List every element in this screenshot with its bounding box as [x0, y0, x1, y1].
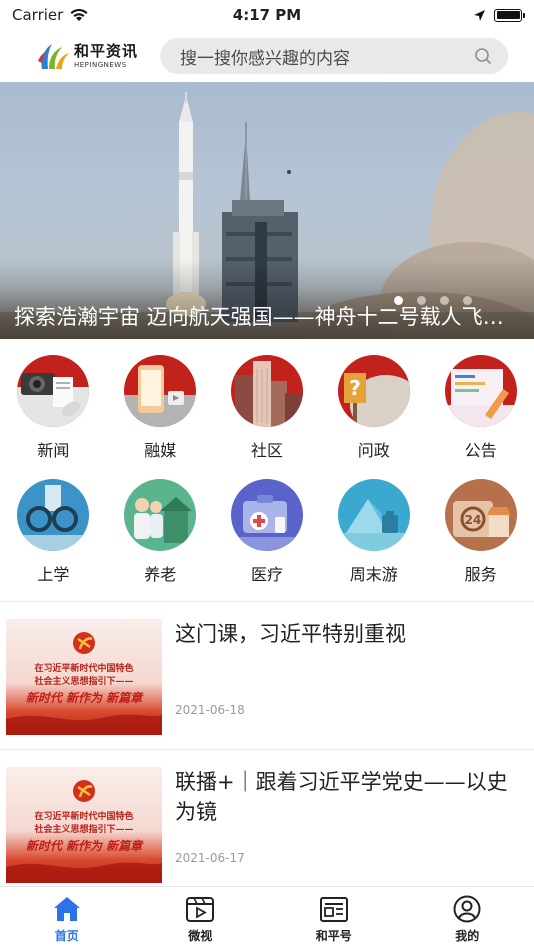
banner-title[interactable]: 探索浩瀚宇宙 迈向航天强国——神舟十二号载人飞船发射成功: [14, 301, 514, 331]
community-icon[interactable]: [230, 355, 303, 427]
news-list-item[interactable]: 在习近平新时代中国特色 社会主义思想指引下—— 新时代 新作为 新篇章 这门课，…: [0, 601, 534, 749]
category-news[interactable]: 新闻: [0, 355, 107, 461]
svg-text:24: 24: [464, 513, 481, 527]
elderly-icon[interactable]: [124, 479, 197, 551]
category-label: 问政: [357, 441, 390, 460]
tab-hepinghao[interactable]: 和平号: [267, 887, 401, 950]
app-header: 和平资讯 HEPINGNEWS 搜一搜你感兴趣的内容: [0, 30, 534, 82]
tab-label: 和平号: [315, 929, 352, 943]
tab-video[interactable]: 微视: [134, 887, 268, 950]
news-thumbnail: 在习近平新时代中国特色 社会主义思想指引下—— 新时代 新作为 新篇章: [6, 619, 162, 735]
thumbnail-line-3: 新时代 新作为 新篇章: [26, 839, 144, 853]
hepingnews-logo-icon: [38, 44, 69, 69]
status-time: 4:17 PM: [232, 6, 302, 24]
battery-icon: [494, 8, 525, 22]
category-weekend-trip[interactable]: 周末游: [320, 479, 427, 585]
news-thumbnail: 在习近平新时代中国特色 社会主义思想指引下—— 新时代 新作为 新篇章: [6, 767, 162, 883]
category-school[interactable]: 上学: [0, 479, 107, 585]
category-label: 融媒: [144, 441, 177, 460]
weekend-trip-icon[interactable]: [337, 479, 410, 551]
news-date: 2021-06-17: [175, 851, 245, 865]
logo-chinese-text: 和平资讯: [74, 41, 139, 60]
profile-icon[interactable]: [452, 895, 482, 923]
app-logo: 和平资讯 HEPINGNEWS: [36, 41, 160, 71]
news-date: 2021-06-18: [175, 703, 245, 717]
category-label: 医疗: [250, 565, 283, 584]
category-label: 公告: [464, 441, 497, 460]
thumbnail-line-1: 在习近平新时代中国特色: [34, 810, 133, 822]
notice-icon[interactable]: [444, 355, 517, 427]
category-label: 社区: [250, 441, 283, 460]
thumbnail-line-2: 社会主义思想指引下——: [33, 675, 133, 687]
category-elderly[interactable]: 养老: [107, 479, 214, 585]
thumbnail-line-2: 社会主义思想指引下——: [33, 823, 133, 835]
search-bar[interactable]: 搜一搜你感兴趣的内容: [160, 38, 508, 74]
news-title[interactable]: 这门课，习近平特别重视: [175, 619, 520, 649]
banner-carousel[interactable]: 探索浩瀚宇宙 迈向航天强国——神舟十二号载人飞船发射成功: [0, 82, 534, 339]
bottom-tab-bar: 首页 微视 和平号 我的: [0, 886, 534, 950]
category-label: 周末游: [349, 565, 398, 584]
media-icon[interactable]: [124, 355, 197, 427]
school-icon[interactable]: [17, 479, 90, 551]
search-placeholder: 搜一搜你感兴趣的内容: [180, 48, 350, 69]
news-icon[interactable]: [17, 355, 90, 427]
thumbnail-line-1: 在习近平新时代中国特色: [34, 662, 133, 674]
service-icon[interactable]: 24: [444, 479, 517, 551]
category-medical[interactable]: 医疗: [214, 479, 321, 585]
newspaper-icon[interactable]: [319, 895, 349, 923]
inquiry-icon[interactable]: ?: [337, 355, 410, 427]
status-bar: Carrier 4:17 PM: [0, 0, 534, 30]
medical-icon[interactable]: [230, 479, 303, 551]
news-title[interactable]: 联播+｜跟着习近平学党史——以史为镜: [175, 767, 520, 827]
carrier-label: Carrier: [12, 6, 64, 24]
tab-profile[interactable]: 我的: [401, 887, 534, 950]
category-label: 上学: [37, 565, 70, 584]
home-icon[interactable]: [52, 895, 82, 923]
location-arrow-icon: [474, 9, 485, 21]
svg-text:?: ?: [349, 376, 361, 400]
category-grid: 新闻 融媒 社区 ? 问政 公告 上学 养老 医疗 周末游 24 服务: [0, 355, 534, 585]
category-label: 服务: [464, 565, 497, 584]
news-list-item[interactable]: 在习近平新时代中国特色 社会主义思想指引下—— 新时代 新作为 新篇章 联播+｜…: [0, 749, 534, 897]
tab-label: 微视: [188, 929, 213, 943]
wifi-icon: [70, 8, 88, 21]
tab-home[interactable]: 首页: [0, 887, 134, 950]
category-service[interactable]: 24 服务: [427, 479, 534, 585]
category-label: 养老: [144, 565, 177, 584]
video-icon[interactable]: [185, 895, 215, 923]
logo-english-text: HEPINGNEWS: [74, 60, 127, 69]
tab-label: 首页: [54, 929, 79, 943]
thumbnail-line-3: 新时代 新作为 新篇章: [26, 691, 144, 705]
category-notice[interactable]: 公告: [427, 355, 534, 461]
category-community[interactable]: 社区: [214, 355, 321, 461]
category-inquiry[interactable]: ? 问政: [320, 355, 427, 461]
category-media[interactable]: 融媒: [107, 355, 214, 461]
tab-label: 我的: [455, 929, 480, 943]
category-label: 新闻: [37, 441, 70, 460]
search-icon[interactable]: [474, 47, 492, 65]
